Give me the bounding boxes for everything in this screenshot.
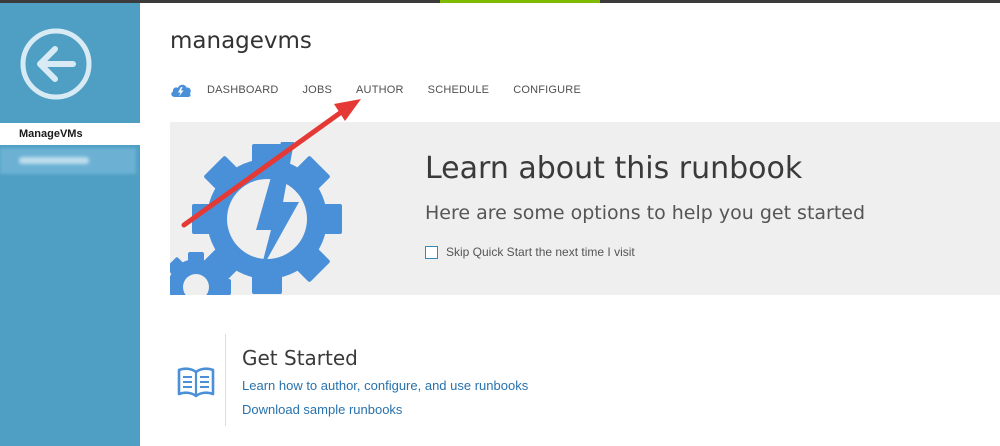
banner-title: Learn about this runbook <box>425 151 803 186</box>
tab-bar: DASHBOARD JOBS AUTHOR SCHEDULE CONFIGURE <box>170 80 605 100</box>
back-arrow-circle-icon <box>20 28 92 100</box>
page-title: managevms <box>170 28 312 54</box>
tab-dashboard[interactable]: DASHBOARD <box>207 84 278 96</box>
banner-subtitle: Here are some options to help you get st… <box>425 202 866 224</box>
top-bar-accent <box>440 0 600 3</box>
book-icon <box>177 367 215 398</box>
section-divider <box>225 334 226 426</box>
tab-schedule[interactable]: SCHEDULE <box>428 84 490 96</box>
sidebar-item-blurred[interactable] <box>0 148 136 174</box>
sidebar: ManageVMs <box>0 3 140 446</box>
skip-quick-start-label[interactable]: Skip Quick Start the next time I visit <box>446 245 635 259</box>
skip-quick-start-checkbox[interactable] <box>425 245 438 259</box>
blurred-text <box>19 157 89 164</box>
tab-jobs[interactable]: JOBS <box>302 84 332 96</box>
get-started-title: Get Started <box>242 346 358 370</box>
skip-quick-start-row: Skip Quick Start the next time I visit <box>425 245 635 259</box>
download-samples-link[interactable]: Download sample runbooks <box>242 402 402 417</box>
quick-start-banner: Learn about this runbook Here are some o… <box>170 122 1000 295</box>
learn-runbooks-link[interactable]: Learn how to author, configure, and use … <box>242 378 528 393</box>
back-button[interactable] <box>19 27 93 101</box>
cloud-lightning-icon <box>171 84 191 97</box>
tab-author[interactable]: AUTHOR <box>356 84 404 96</box>
gear-lightning-icon <box>170 142 342 295</box>
tab-configure[interactable]: CONFIGURE <box>513 84 581 96</box>
sidebar-item-managevms[interactable]: ManageVMs <box>0 123 140 145</box>
